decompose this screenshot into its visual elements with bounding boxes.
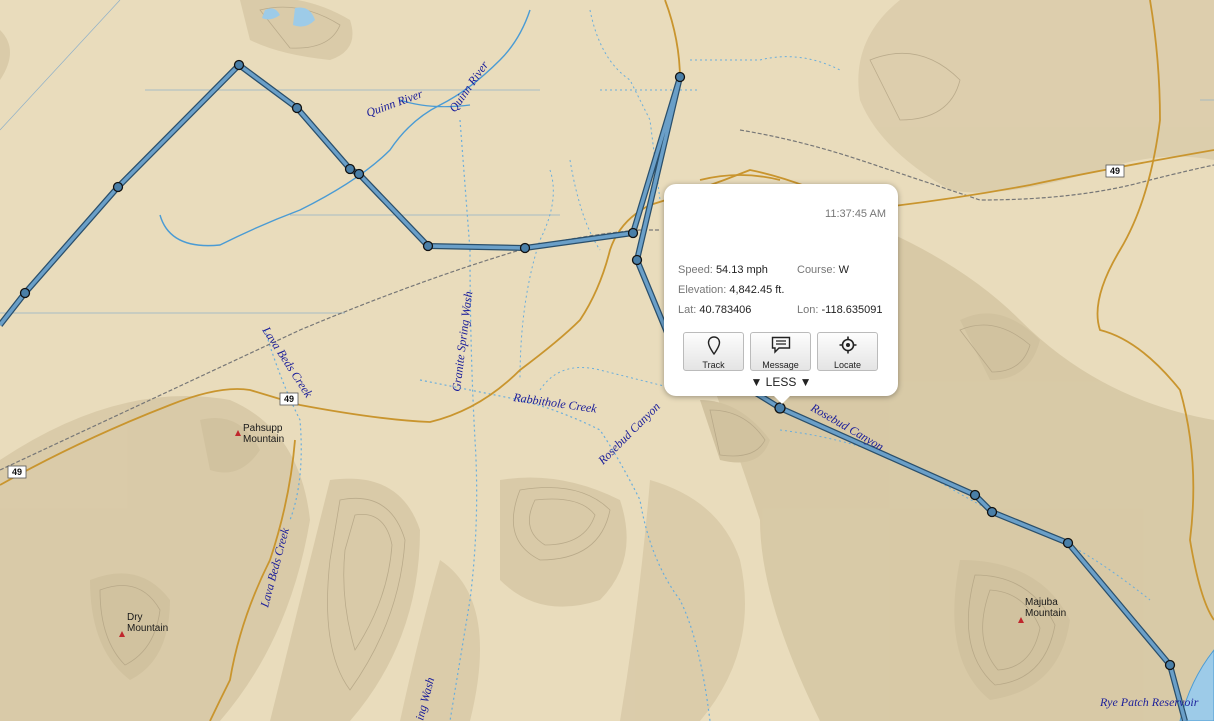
track-point[interactable] — [233, 59, 245, 71]
less-toggle[interactable]: ▼ LESS ▼ — [664, 375, 898, 389]
lat-row: Lat: 40.783406 — [678, 304, 751, 316]
place-label: Mountain — [1025, 608, 1066, 619]
water-label: Rye Patch Reservoir — [1099, 695, 1199, 709]
course-row: Course: W — [797, 264, 849, 276]
highway-shield: 49 — [7, 465, 27, 479]
elevation-value: 4,842.45 ft. — [729, 284, 785, 296]
map-pin-icon — [684, 333, 743, 360]
lon-value: -118.635091 — [821, 304, 883, 316]
lon-row: Lon: -118.635091 — [797, 304, 882, 316]
track-point[interactable] — [1062, 537, 1074, 549]
message-button[interactable]: Message — [750, 332, 811, 371]
elevation-row: Elevation: 4,842.45 ft. — [678, 284, 784, 296]
track-point[interactable] — [519, 242, 531, 254]
speed-row: Speed: 54.13 mph — [678, 264, 768, 276]
lat-value: 40.783406 — [699, 304, 752, 316]
place-label: Dry — [127, 612, 143, 623]
peak-pahsupp: Pahsupp Mountain — [235, 423, 284, 445]
track-button[interactable]: Track — [683, 332, 744, 371]
course-value: W — [838, 264, 849, 276]
map-canvas[interactable]: 49 49 49 Pahsupp Mountain Dry Mountain M… — [0, 0, 1214, 721]
locate-button-label: Locate — [833, 360, 862, 370]
place-label: Majuba — [1025, 597, 1058, 608]
track-point[interactable] — [112, 181, 124, 193]
track-point-popup: 11:37:45 AM Speed: 54.13 mph Course: W E… — [664, 184, 898, 404]
speed-label: Speed: — [678, 264, 713, 276]
crosshair-icon — [818, 333, 877, 360]
highway-shield: 49 — [279, 392, 299, 406]
track-point[interactable] — [627, 227, 639, 239]
track-point[interactable] — [969, 489, 981, 501]
track-point[interactable] — [291, 102, 303, 114]
message-icon — [751, 333, 810, 360]
highway-number: 49 — [12, 467, 22, 477]
speed-value: 54.13 mph — [715, 264, 768, 276]
track-point-selected[interactable] — [774, 402, 786, 414]
highway-number: 49 — [284, 394, 294, 404]
track-button-label: Track — [702, 360, 725, 370]
place-label: Mountain — [127, 623, 168, 634]
place-label: Mountain — [243, 434, 284, 445]
place-label: Pahsupp — [243, 423, 283, 434]
track-point[interactable] — [344, 163, 356, 175]
track-point[interactable] — [353, 168, 365, 180]
locate-button[interactable]: Locate — [817, 332, 878, 371]
track-point[interactable] — [631, 254, 643, 266]
popup-timestamp: 11:37:45 AM — [825, 208, 886, 220]
highway-shield: 49 — [1105, 164, 1125, 178]
lon-label: Lon: — [797, 304, 819, 316]
track-point[interactable] — [674, 71, 686, 83]
track-point[interactable] — [422, 240, 434, 252]
highway-number: 49 — [1110, 166, 1120, 176]
track-point[interactable] — [19, 287, 31, 299]
elevation-label: Elevation: — [678, 284, 727, 296]
lat-label: Lat: — [678, 304, 697, 316]
track-point[interactable] — [1164, 659, 1176, 671]
course-label: Course: — [797, 264, 836, 276]
track-point[interactable] — [986, 506, 998, 518]
message-button-label: Message — [762, 360, 799, 370]
